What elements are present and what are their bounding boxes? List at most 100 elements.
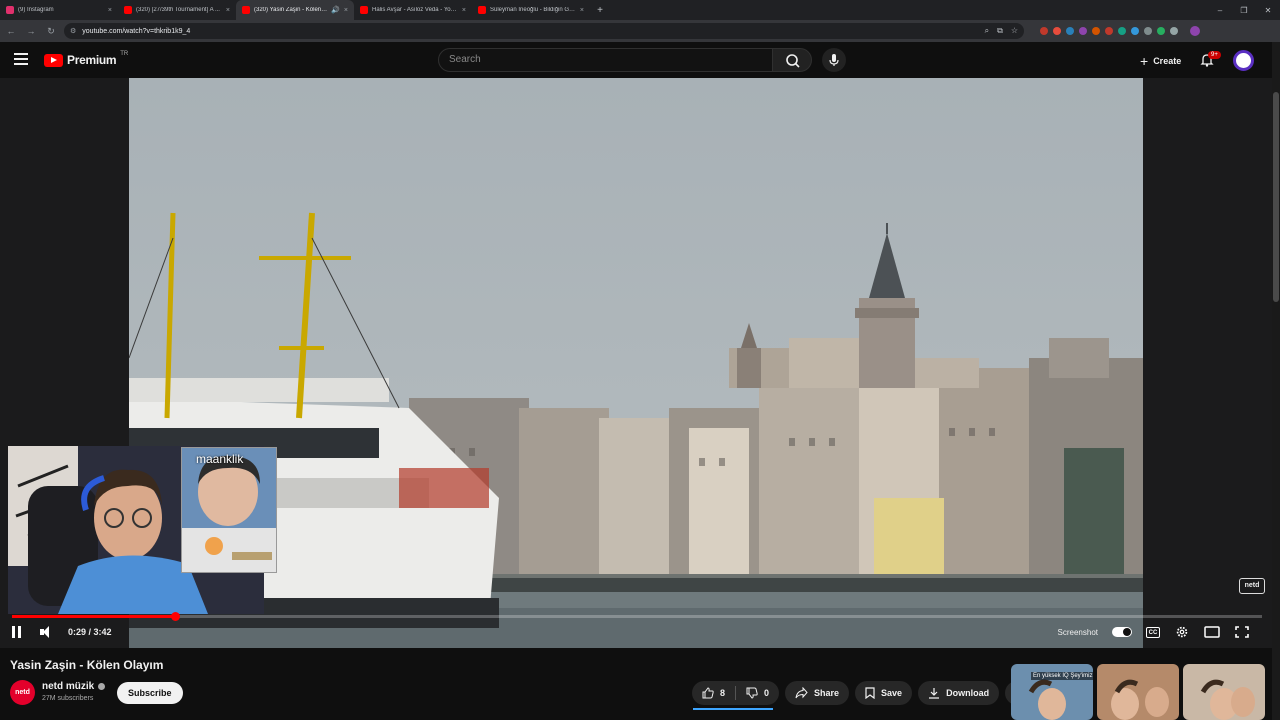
facecam-scene <box>182 448 276 572</box>
video-scene-istanbul <box>129 78 1143 648</box>
browser-tab[interactable]: Halis Avşar - Asıloz Veda - YouT... × <box>354 0 472 20</box>
new-tab-button[interactable]: + <box>590 5 610 16</box>
volume-icon[interactable] <box>40 626 54 638</box>
screenshot-label: Screenshot <box>1057 627 1098 637</box>
window-controls: – ❐ ✕ <box>1208 0 1280 20</box>
thumbnail-image <box>1200 679 1255 720</box>
browser-tab-strip: (9) Instagram × (320) [27/39th Tournament]… <box>0 0 1280 20</box>
extension-icon[interactable] <box>1157 27 1165 35</box>
save-button[interactable]: Save <box>855 681 913 705</box>
bookmark-icon <box>865 687 875 699</box>
browser-tab[interactable]: (320) [27/39th Tournament] A ... × <box>118 0 236 20</box>
screenshot-toggle[interactable] <box>1112 627 1132 637</box>
search-icon <box>786 54 800 68</box>
microphone-icon <box>829 54 839 66</box>
facecam-inset: maanklik <box>181 447 277 573</box>
captions-icon[interactable]: CC <box>1146 626 1160 638</box>
extension-icon[interactable] <box>1131 27 1139 35</box>
extension-icon[interactable] <box>1118 27 1126 35</box>
site-info-icon[interactable]: ⚙ <box>70 27 76 35</box>
search-input[interactable]: Search <box>438 48 773 72</box>
hamburger-menu-icon[interactable] <box>14 53 28 65</box>
tab-title: Halis Avşar - Asıloz Veda - YouT... <box>372 7 458 13</box>
channel-watermark-logo: netd <box>1239 578 1265 594</box>
tab-favicon-icon <box>242 6 250 14</box>
cast-icon[interactable]: ⧉ <box>997 26 1003 36</box>
video-actions: 8 0 Share Save Download ••• <box>692 681 1030 705</box>
youtube-header: Premium TR Search + Create 9+ <box>0 42 1280 78</box>
save-label: Save <box>881 688 903 698</box>
browser-profile-avatar[interactable] <box>1190 26 1200 36</box>
back-button[interactable]: ← <box>4 26 18 36</box>
tab-audio-icon[interactable]: 🔊 <box>331 6 340 14</box>
verified-badge-icon <box>98 683 106 690</box>
bookmark-star-icon[interactable]: ☆ <box>1011 26 1018 36</box>
like-count: 8 <box>720 688 726 698</box>
search-button[interactable] <box>772 48 812 72</box>
video-frame[interactable] <box>129 78 1143 648</box>
restore-button[interactable]: ❐ <box>1232 6 1256 15</box>
share-button[interactable]: Share <box>785 681 850 705</box>
extension-icon[interactable] <box>1053 27 1061 35</box>
recommendation-thumbnail[interactable] <box>1097 664 1179 720</box>
create-label: Create <box>1153 56 1182 66</box>
subscribe-button[interactable]: Subscribe <box>117 682 183 704</box>
time-display: 0:29 / 3:42 <box>68 627 112 637</box>
progress-bar[interactable] <box>12 612 1262 621</box>
tab-close-icon[interactable]: × <box>580 7 584 14</box>
tab-title: (320) Yasin Zaşin - Kölen Ol... <box>254 7 328 13</box>
fullscreen-icon[interactable] <box>1234 625 1250 639</box>
minimize-button[interactable]: – <box>1208 6 1232 15</box>
url-text[interactable]: youtube.com/watch?v=thkrib1k9_4 <box>82 28 190 35</box>
dislike-count: 0 <box>764 688 770 698</box>
account-avatar[interactable] <box>1233 50 1254 71</box>
page-scrollbar[interactable] <box>1272 42 1280 720</box>
extension-icon[interactable] <box>1079 27 1087 35</box>
youtube-logo[interactable]: Premium TR <box>44 51 128 67</box>
tab-close-icon[interactable]: × <box>462 7 466 14</box>
voice-search-button[interactable] <box>822 48 846 72</box>
settings-gear-icon[interactable] <box>1174 625 1190 639</box>
notification-count-badge: 9+ <box>1208 51 1221 59</box>
tab-favicon-icon <box>6 6 14 14</box>
download-label: Download <box>946 688 990 698</box>
reload-button[interactable]: ↻ <box>44 26 58 37</box>
extension-icon[interactable] <box>1105 27 1113 35</box>
extension-icon[interactable] <box>1144 27 1152 35</box>
streamer-username-overlay: maanklik <box>196 452 244 466</box>
pause-icon[interactable] <box>12 626 26 638</box>
channel-name-row[interactable]: netd müzik <box>42 681 106 692</box>
tab-close-icon[interactable]: × <box>108 7 112 14</box>
extension-icon[interactable] <box>1040 27 1048 35</box>
theater-mode-icon[interactable] <box>1204 625 1220 639</box>
tab-close-icon[interactable]: × <box>344 7 348 14</box>
forward-button[interactable]: → <box>24 26 38 36</box>
scrollbar-thumb[interactable] <box>1273 92 1279 302</box>
progress-scrubber-handle[interactable] <box>170 612 180 621</box>
address-bar[interactable]: ⚙ youtube.com/watch?v=thkrib1k9_4 ⌕ ⧉ ☆ <box>64 23 1024 39</box>
tab-close-icon[interactable]: × <box>226 7 230 14</box>
browser-tab[interactable]: Süleyman İneoğlu - Bildiğin Gib... × <box>472 0 590 20</box>
zoom-icon[interactable]: ⌕ <box>985 26 989 36</box>
create-button[interactable]: + Create <box>1130 49 1191 73</box>
channel-name[interactable]: netd müzik <box>42 681 94 692</box>
thumbnail-image <box>1111 679 1169 720</box>
channel-avatar[interactable]: netd <box>10 680 35 705</box>
extension-icon[interactable] <box>1092 27 1100 35</box>
progress-played <box>12 615 175 618</box>
like-button[interactable]: 8 <box>692 681 735 705</box>
browser-tab[interactable]: (9) Instagram × <box>0 0 118 20</box>
video-player[interactable]: netd maanklik 0:29 / 3:42 Screenshot CC <box>0 78 1272 648</box>
share-arrow-icon <box>795 687 808 699</box>
recommendation-thumbnail[interactable] <box>1183 664 1265 720</box>
close-window-button[interactable]: ✕ <box>1256 6 1280 15</box>
recommendation-thumbnail[interactable]: En yüksek IQ Şey'imiz <box>1011 664 1093 720</box>
browser-tab[interactable]: (320) Yasin Zaşin - Kölen Ol... 🔊 × <box>236 0 354 20</box>
like-ratio-bar <box>693 708 773 710</box>
extension-icon[interactable] <box>1066 27 1074 35</box>
tab-title: Süleyman İneoğlu - Bildiğin Gib... <box>490 7 576 13</box>
thumbnail-caption: En yüksek IQ Şey'imiz <box>1031 672 1093 680</box>
extension-icon[interactable] <box>1170 27 1178 35</box>
dislike-button[interactable]: 0 <box>736 681 779 705</box>
download-button[interactable]: Download <box>918 681 1000 705</box>
